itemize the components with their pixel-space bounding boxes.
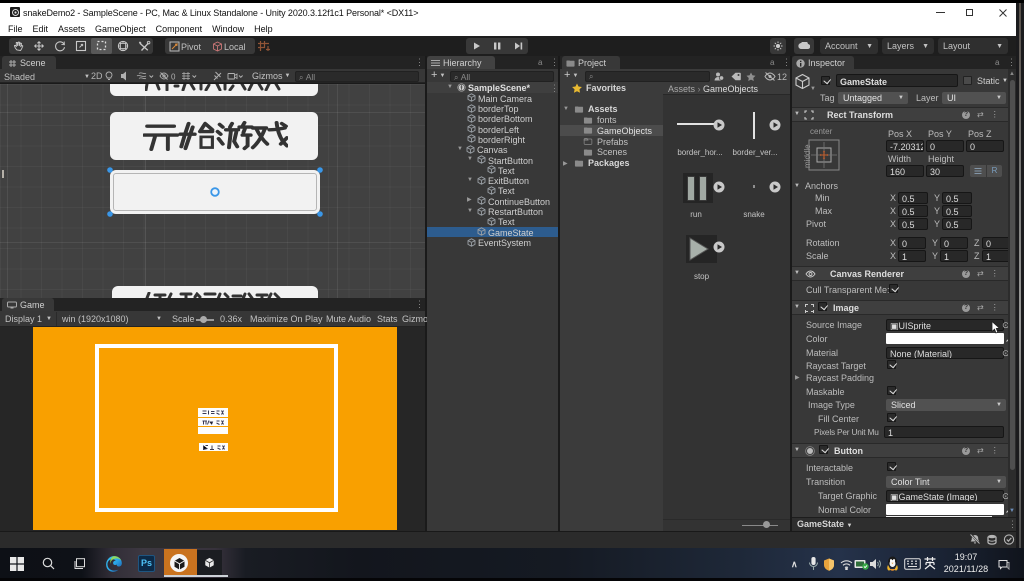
svg-text:12: 12 xyxy=(777,72,787,82)
svg-text:0: 0 xyxy=(171,73,176,82)
